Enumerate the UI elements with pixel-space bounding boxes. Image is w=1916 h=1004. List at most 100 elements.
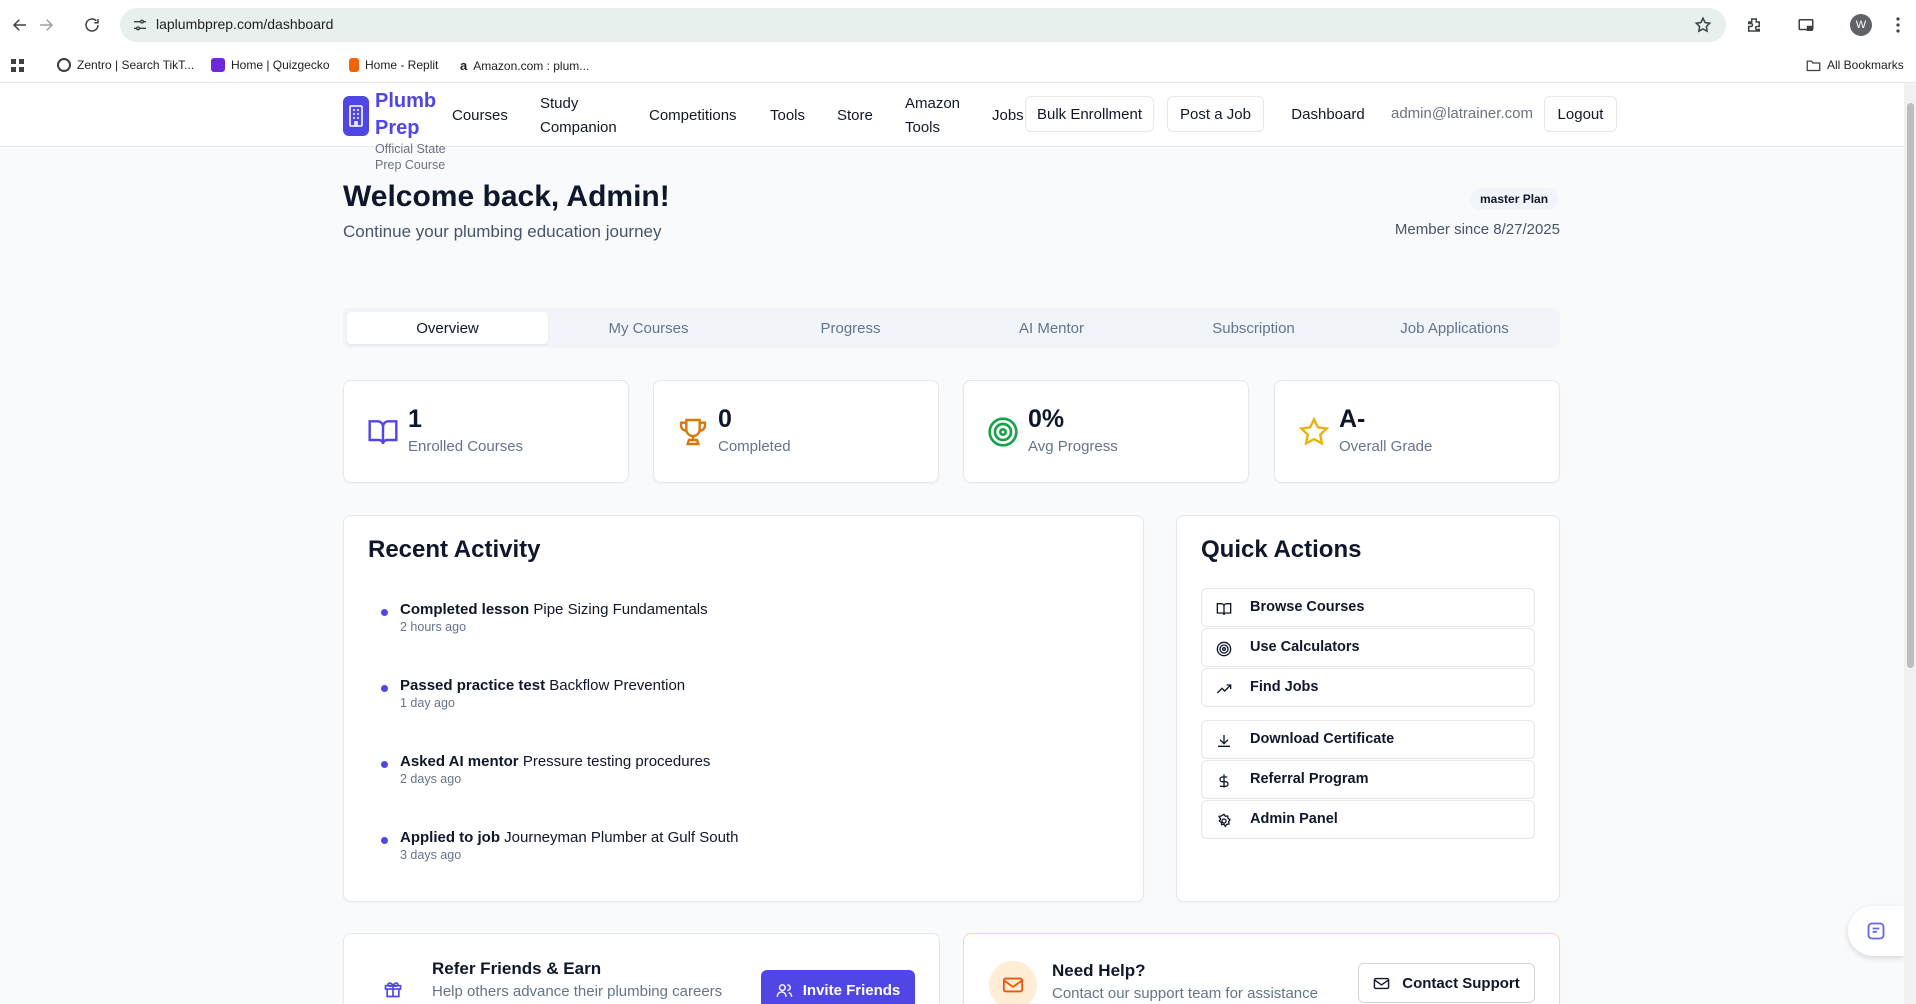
forward-button[interactable] — [34, 13, 58, 37]
more-menu-icon[interactable] — [1886, 13, 1910, 37]
mail-icon — [989, 961, 1037, 1004]
mail-icon — [1373, 977, 1390, 989]
user-email: admin@latrainer.com — [1391, 105, 1533, 122]
invite-friends-button[interactable]: Invite Friends — [761, 970, 915, 1004]
referral-program-button[interactable]: Referral Program — [1201, 760, 1535, 799]
dashboard-link[interactable]: Dashboard — [1280, 96, 1376, 132]
assistant-icon — [1867, 922, 1885, 940]
stat-card-enrolled: 1 Enrolled Courses — [343, 380, 629, 483]
admin-panel-button[interactable]: Admin Panel — [1201, 800, 1535, 839]
post-job-button[interactable]: Post a Job — [1167, 96, 1264, 132]
nav-amazon-tools[interactable]: Amazon Tools — [905, 92, 960, 140]
page-title: Welcome back, Admin! — [343, 180, 670, 213]
arrow-right-icon — [40, 19, 54, 31]
help-subtitle: Contact our support team for assistance — [1052, 985, 1318, 1002]
stat-value: 0% — [1028, 405, 1065, 433]
scrollbar-thumb[interactable] — [1907, 103, 1914, 668]
bookmark-replit[interactable]: Home - Replit — [349, 58, 438, 72]
activity-time: 2 hours ago — [400, 620, 467, 634]
gift-icon — [383, 979, 403, 999]
users-icon — [776, 983, 793, 997]
back-button[interactable] — [8, 13, 32, 37]
nav-tools[interactable]: Tools — [770, 104, 805, 128]
bookmark-amazon[interactable]: a Amazon.com : plum... — [460, 58, 589, 73]
stat-label: Enrolled Courses — [408, 438, 524, 455]
apps-grid-icon[interactable] — [10, 58, 25, 73]
bookmark-zentro[interactable]: Zentro | Search TikT... — [57, 58, 194, 72]
tab-progress[interactable]: Progress — [750, 312, 951, 344]
bookmark-star-icon[interactable] — [1694, 16, 1712, 34]
reload-button[interactable] — [80, 13, 104, 37]
trending-up-icon — [1216, 681, 1232, 697]
stat-label: Avg Progress — [1028, 438, 1118, 455]
tab-job-applications[interactable]: Job Applications — [1354, 312, 1555, 344]
dashboard-tabs: Overview My Courses Progress AI Mentor S… — [343, 308, 1560, 348]
stat-label: Overall Grade — [1339, 438, 1433, 455]
folder-icon — [1806, 60, 1821, 71]
recent-activity-title: Recent Activity — [368, 536, 541, 563]
replit-logo-icon — [349, 58, 359, 72]
stat-card-grade: A- Overall Grade — [1274, 380, 1560, 483]
nav-store[interactable]: Store — [837, 104, 873, 128]
bulk-enrollment-button[interactable]: Bulk Enrollment — [1025, 96, 1154, 132]
arrow-left-icon — [12, 19, 26, 31]
target-icon — [987, 416, 1019, 448]
logout-button[interactable]: Logout — [1544, 96, 1617, 132]
address-bar[interactable]: laplumbprep.com/dashboard — [120, 8, 1726, 42]
page-viewport: Plumb Prep Official State Prep Course Co… — [0, 83, 1904, 1004]
tab-ai-mentor[interactable]: AI Mentor — [951, 312, 1152, 344]
nav-courses[interactable]: Courses — [452, 104, 508, 128]
use-calculators-button[interactable]: Use Calculators — [1201, 628, 1535, 667]
floating-assistant-button[interactable] — [1848, 906, 1904, 956]
bullet-dot — [381, 685, 388, 692]
globe-icon — [57, 58, 71, 72]
quizgecko-logo-icon — [211, 58, 225, 72]
activity-time: 2 days ago — [400, 772, 462, 786]
target-icon — [1216, 641, 1232, 657]
cast-icon[interactable] — [1794, 13, 1818, 37]
tab-subscription[interactable]: Subscription — [1153, 312, 1354, 344]
dollar-icon — [1216, 773, 1232, 789]
url-text[interactable]: laplumbprep.com/dashboard — [156, 16, 333, 32]
bookmarks-bar: Zentro | Search TikT... Home | Quizgecko… — [0, 50, 1916, 83]
trophy-icon — [677, 416, 709, 448]
stat-value: 1 — [408, 405, 422, 433]
activity-time: 1 day ago — [400, 696, 455, 710]
profile-avatar[interactable]: W — [1850, 14, 1872, 36]
refer-title: Refer Friends & Earn — [432, 959, 602, 978]
building-logo-icon[interactable] — [343, 96, 369, 136]
download-certificate-button[interactable]: Download Certificate — [1201, 720, 1535, 759]
quick-actions-title: Quick Actions — [1201, 536, 1362, 563]
help-title: Need Help? — [1052, 961, 1146, 980]
recent-activity-card: Recent Activity Completed lesson Pipe Si… — [343, 515, 1144, 902]
stat-card-progress: 0% Avg Progress — [963, 380, 1249, 483]
tab-overview[interactable]: Overview — [347, 312, 548, 344]
refer-subtitle: Help others advance their plumbing caree… — [432, 983, 723, 1000]
bullet-dot — [381, 609, 388, 616]
plan-badge: master Plan — [1470, 188, 1559, 210]
browse-courses-button[interactable]: Browse Courses — [1201, 588, 1535, 627]
browser-chrome: laplumbprep.com/dashboard W Zentro | Sea… — [0, 0, 1916, 83]
download-icon — [1216, 733, 1232, 749]
star-icon — [1298, 416, 1330, 448]
book-open-icon — [1216, 601, 1232, 617]
site-settings-icon[interactable] — [132, 17, 148, 33]
settings-icon — [1216, 813, 1232, 829]
bookmark-quizgecko[interactable]: Home | Quizgecko — [211, 58, 330, 72]
stat-label: Completed — [718, 438, 791, 455]
tab-my-courses[interactable]: My Courses — [548, 312, 749, 344]
extensions-icon[interactable] — [1742, 13, 1766, 37]
all-bookmarks[interactable]: All Bookmarks — [1806, 58, 1904, 72]
logo-text[interactable]: Plumb Prep — [375, 88, 445, 142]
address-row: laplumbprep.com/dashboard W — [0, 0, 1916, 50]
stat-card-completed: 0 Completed — [653, 380, 939, 483]
reload-icon — [85, 18, 99, 32]
find-jobs-button[interactable]: Find Jobs — [1201, 668, 1535, 707]
contact-support-button[interactable]: Contact Support — [1358, 963, 1535, 1003]
nav-competitions[interactable]: Competitions — [649, 104, 737, 128]
bullet-dot — [381, 761, 388, 768]
nav-study-companion[interactable]: Study Companion — [540, 92, 617, 140]
nav-jobs[interactable]: Jobs — [992, 104, 1024, 128]
logo-subtitle: Official State Prep Course — [375, 142, 446, 172]
page-scrollbar[interactable] — [1904, 83, 1916, 1004]
